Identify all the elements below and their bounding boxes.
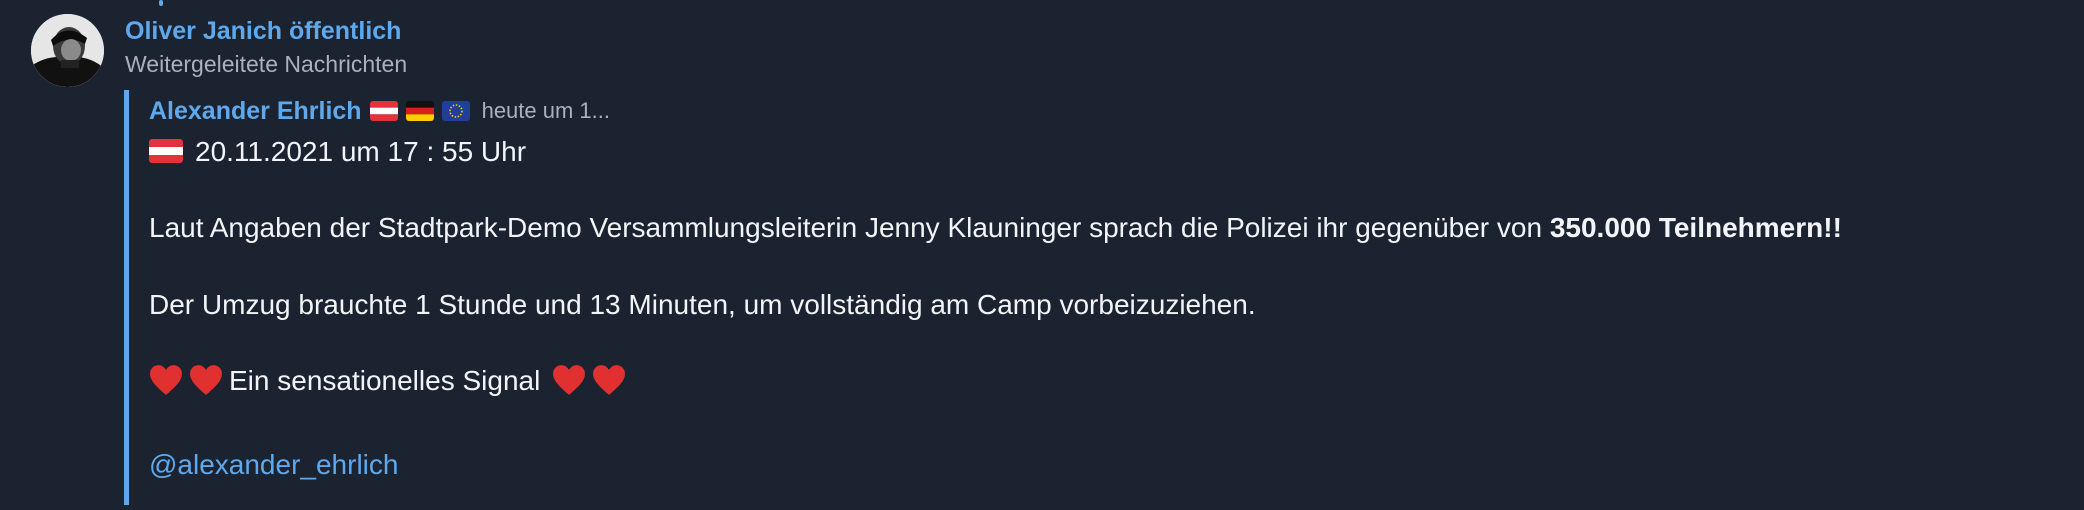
- heart-icon: [149, 364, 183, 396]
- avatar[interactable]: [31, 14, 104, 87]
- message-paragraph-3: Ein sensationelles Signal: [149, 363, 632, 399]
- heart-icon: [189, 364, 223, 396]
- message-header: Oliver Janich öffentlich Weitergeleitete…: [125, 16, 407, 79]
- austria-flag-icon: [149, 139, 183, 163]
- eu-flag-icon: [441, 101, 470, 121]
- mention-link[interactable]: @alexander_ehrlich: [149, 449, 398, 480]
- previous-quote-bar: [159, 0, 163, 6]
- paragraph-3-text: Ein sensationelles Signal: [229, 365, 541, 396]
- channel-name[interactable]: Oliver Janich öffentlich: [125, 16, 407, 46]
- message-date: 20.11.2021 um 17 : 55 Uhr: [195, 136, 527, 167]
- forwarded-message: Alexander Ehrlich heute um 1... 20.11.20…: [124, 90, 2069, 505]
- message-mention-line: @alexander_ehrlich: [149, 447, 398, 483]
- heart-icon: [552, 364, 586, 396]
- forwarded-timestamp: heute um 1...: [481, 98, 610, 123]
- avatar-image: [31, 14, 104, 87]
- heart-icon: [592, 364, 626, 396]
- forwarded-header: Alexander Ehrlich heute um 1...: [149, 94, 610, 128]
- message-paragraph-2: Der Umzug brauchte 1 Stunde und 13 Minut…: [149, 289, 1256, 320]
- germany-flag-icon: [405, 101, 434, 121]
- austria-flag-icon: [369, 101, 398, 121]
- message-paragraph-1: Laut Angaben der Stadtpark-Demo Versamml…: [149, 210, 1842, 246]
- forwarded-author[interactable]: Alexander Ehrlich: [149, 97, 362, 126]
- message-view: Oliver Janich öffentlich Weitergeleitete…: [0, 0, 2084, 510]
- paragraph-1-text: Laut Angaben der Stadtpark-Demo Versamml…: [149, 212, 1550, 243]
- message-date-line: 20.11.2021 um 17 : 55 Uhr: [149, 134, 526, 170]
- forwarded-label: Weitergeleitete Nachrichten: [125, 51, 408, 77]
- paragraph-1-bold: 350.000 Teilnehmern!!: [1549, 212, 1842, 243]
